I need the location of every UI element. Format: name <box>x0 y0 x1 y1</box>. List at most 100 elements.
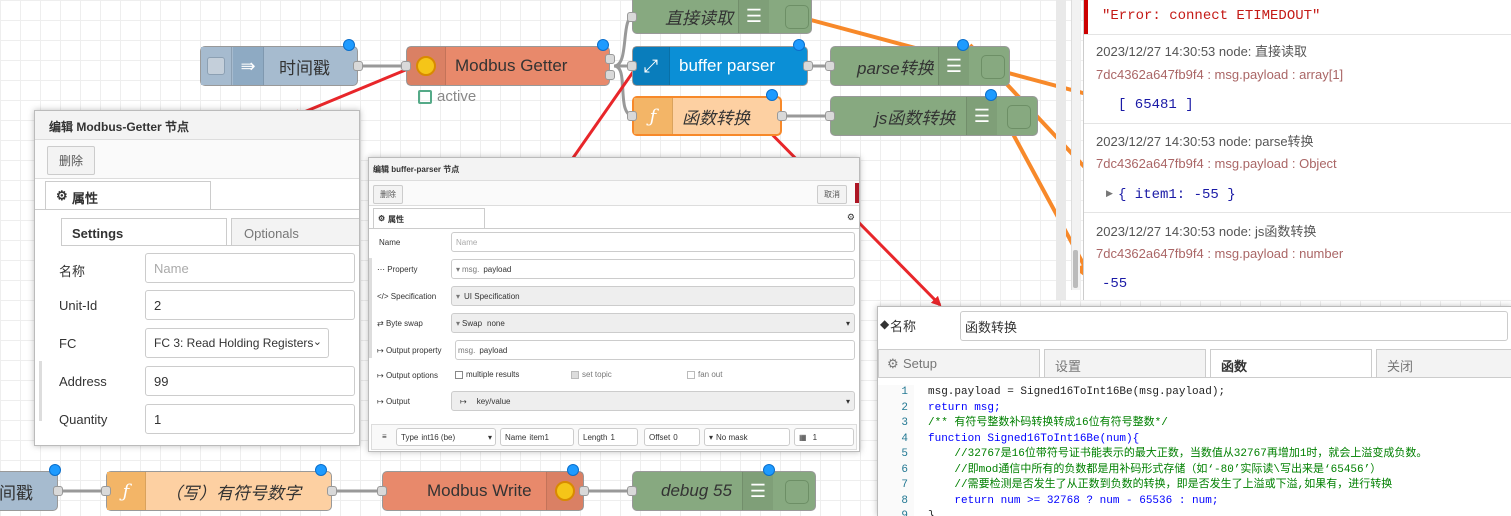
swap-value: none <box>487 318 505 328</box>
code-editor[interactable]: 1 msg.payload = Signed16ToInt16Be(msg.pay… <box>878 385 1511 516</box>
input-port[interactable] <box>627 12 637 22</box>
sidebar-scrollbar[interactable] <box>1071 0 1080 290</box>
code-line[interactable]: 2 return msg; <box>878 401 1511 417</box>
modbus-write-node[interactable]: Modbus Write <box>377 464 589 511</box>
line-number: 8 <box>901 494 908 507</box>
tab-optionals[interactable]: Optionals <box>231 218 359 246</box>
sidebar-splitter[interactable] <box>1056 0 1066 300</box>
fan-out-checkbox[interactable]: fan out <box>687 370 722 379</box>
code-line[interactable]: 6 //即mod通信中所有的负数都是用补码形式存储（如‘-80’实际读\写出来是… <box>878 463 1511 479</box>
scrollbar[interactable] <box>369 258 372 358</box>
code-line[interactable]: 3 /** 有符号整数补码转换转成16位有符号整数*/ <box>878 416 1511 432</box>
delete-button[interactable]: 删除 <box>373 185 403 204</box>
multiple-results-checkbox[interactable]: multiple results <box>455 370 519 379</box>
spec-input[interactable]: ▾ UI Specification <box>451 286 855 306</box>
debug-toggle-button[interactable] <box>1007 105 1031 129</box>
tab-properties[interactable]: ⚙ 属性 <box>45 181 211 209</box>
output-port[interactable] <box>803 61 813 71</box>
offset-input[interactable]: Offset 0 <box>644 428 700 446</box>
output-port[interactable] <box>353 61 363 71</box>
input-port[interactable] <box>627 486 637 496</box>
chevron-down-icon: ▾ <box>845 319 850 328</box>
input-port[interactable] <box>377 486 387 496</box>
debug-toggle-button[interactable] <box>785 480 809 504</box>
length-input[interactable]: Length 1 <box>578 428 638 446</box>
debug-node-parse-convert[interactable]: parse转换 ☰ <box>825 39 1010 86</box>
item-name-input[interactable]: Name item1 <box>500 428 574 446</box>
mask-select[interactable]: ▾ No mask <box>704 428 790 446</box>
function-node-convert[interactable]: ƒ 函数转换 <box>627 89 787 136</box>
property-input[interactable]: ▾ msg. payload <box>451 259 855 279</box>
debug-toggle-button[interactable] <box>785 5 809 29</box>
debug-source[interactable]: 7dc4362a647fb9f4 : msg.payload : number <box>1096 246 1343 261</box>
debug-node-direct-read[interactable]: 直接读取 ☰ <box>627 0 812 34</box>
buffer-parser-node[interactable]: ⤢ buffer parser <box>627 39 813 86</box>
unitid-input[interactable]: 2 <box>145 290 355 320</box>
fc-select[interactable]: FC 3: Read Holding Registers ⌄ <box>145 328 329 358</box>
type-select[interactable]: Type int16 (be) ▾ <box>396 428 496 446</box>
cancel-button[interactable]: 取消 <box>817 185 847 204</box>
tab-function[interactable]: 函数 <box>1210 349 1372 377</box>
set-topic-checkbox[interactable]: set topic <box>571 370 612 379</box>
code-line[interactable]: 8 return num >= 32768 ? num - 65536 : nu… <box>878 494 1511 510</box>
output-port[interactable] <box>53 486 63 496</box>
changed-indicator <box>793 39 805 51</box>
output-port-2[interactable] <box>605 70 615 80</box>
output-select[interactable]: ↦ key/value ▾ <box>451 391 855 411</box>
node-label: debug 55 <box>661 481 732 500</box>
drag-handle-icon[interactable]: ≡ <box>382 432 387 441</box>
inject-node-timestamp[interactable]: ⇛ 时间戳 <box>200 39 363 86</box>
code-line[interactable]: 4 function Signed16ToInt16Be(num){ <box>878 432 1511 448</box>
code-line[interactable]: 5 //32767是16位带符号证书能表示的最大正数，当数值从32767再增加1… <box>878 447 1511 463</box>
address-label: Address <box>59 374 107 389</box>
code-line[interactable]: 1 msg.payload = Signed16ToInt16Be(msg.pay… <box>878 385 1511 401</box>
quantity-input[interactable]: 1 <box>145 404 355 434</box>
name-input[interactable]: 函数转换 <box>960 311 1508 341</box>
name-value: 函数转换 <box>965 319 1018 335</box>
debug-source[interactable]: 7dc4362a647fb9f4 : msg.payload : Object <box>1096 156 1337 171</box>
input-port[interactable] <box>101 486 111 496</box>
outprop-input[interactable]: msg. payload <box>455 340 855 360</box>
code-line[interactable]: 7 //需要检测是否发生了从正数到负数的转换，即是否发生了上溢或下溢,如果有，进… <box>878 478 1511 494</box>
inject-node-timestamp-2[interactable]: 间戳 <box>0 464 63 511</box>
tab-settings[interactable]: 设置 <box>1044 349 1206 377</box>
output-port-1[interactable] <box>605 54 615 64</box>
swap-select[interactable]: ▾ Swap none ▾ <box>451 313 855 333</box>
address-input[interactable]: 99 <box>145 366 355 396</box>
output-port[interactable] <box>579 486 589 496</box>
chevron-down-icon: ⌄ <box>312 336 322 348</box>
scrollbar[interactable] <box>39 361 42 421</box>
debug-toggle-button[interactable] <box>981 55 1005 79</box>
tab-setup[interactable]: ⚙ Setup <box>878 349 1040 377</box>
spec-label-text: Specification <box>390 292 437 301</box>
debug-value[interactable]: [ 65481 ] <box>1118 97 1194 113</box>
debug-value[interactable]: { item1: -55 } <box>1118 187 1236 203</box>
code-text: //需要检测是否发生了从正数到负数的转换，即是否发生了上溢或下溢,如果有，进行转… <box>928 479 1393 491</box>
name-input[interactable]: Name <box>451 232 855 252</box>
output-port[interactable] <box>777 111 787 121</box>
tab-close[interactable]: 关闭 <box>1376 349 1511 377</box>
input-port[interactable] <box>825 61 835 71</box>
output-port[interactable] <box>327 486 337 496</box>
done-button-edge[interactable] <box>855 183 859 203</box>
debug-source[interactable]: 7dc4362a647fb9f4 : msg.payload : array[1… <box>1096 67 1343 82</box>
modbus-getter-node[interactable]: Modbus Getter <box>401 39 615 86</box>
debug-node-js-func-convert[interactable]: js函数转换 ☰ <box>825 89 1038 136</box>
debug-value[interactable]: -55 <box>1102 276 1127 292</box>
node-label: 函数转换 <box>682 108 750 128</box>
inject-button[interactable] <box>201 47 232 85</box>
spec-item-row: ≡ Type int16 (be) ▾ Name item1 Length 1 Off… <box>371 424 857 450</box>
input-port[interactable] <box>401 61 411 71</box>
input-port[interactable] <box>825 111 835 121</box>
tab-properties[interactable]: ⚙ 属性 <box>373 208 485 228</box>
name-input[interactable]: Name <box>145 253 355 283</box>
debug-node-55[interactable]: debug 55 ☰ <box>627 464 816 511</box>
expand-triangle-icon[interactable]: ▶ <box>1106 188 1113 199</box>
delete-button[interactable]: 删除 <box>47 146 96 175</box>
tab-settings[interactable]: Settings <box>61 218 227 246</box>
function-node-write-signed[interactable]: ƒ （写）有符号数字 <box>101 464 337 511</box>
settings-icon[interactable]: ⚙ <box>847 212 855 223</box>
input-port[interactable] <box>627 61 637 71</box>
input-port[interactable] <box>627 111 637 121</box>
scale-input[interactable]: ▦ 1 <box>794 428 854 446</box>
